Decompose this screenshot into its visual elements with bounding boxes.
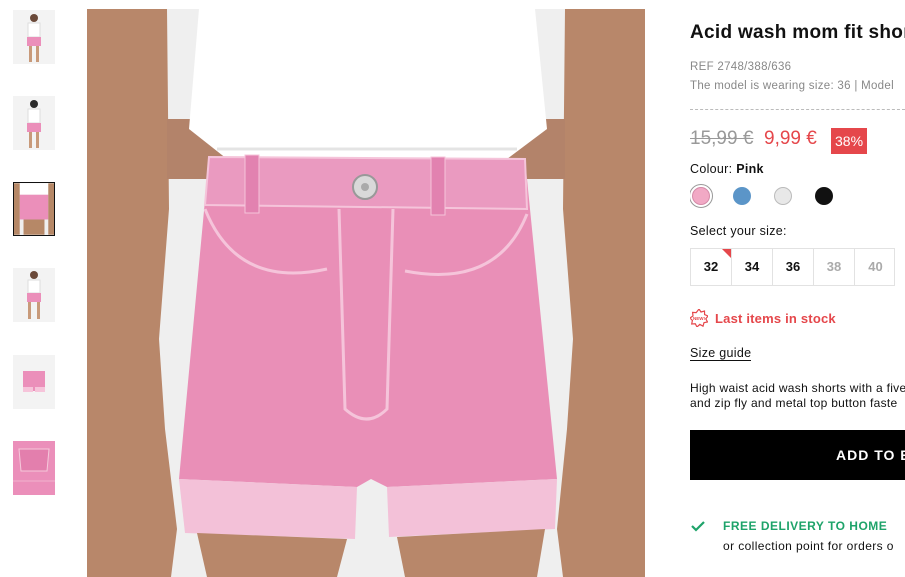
size-value: 34 xyxy=(744,259,760,274)
size-value: 40 xyxy=(868,259,883,274)
product-info-panel: Acid wash mom fit short REF 2748/388/636… xyxy=(690,0,905,577)
size-option-38[interactable]: 38 xyxy=(814,249,855,285)
low-stock-marker xyxy=(722,249,731,258)
main-product-image[interactable] xyxy=(87,9,645,577)
size-selector: 32 34 36 38 40 xyxy=(690,248,895,286)
discount-badge: 38% xyxy=(831,128,868,154)
free-delivery-title: FREE DELIVERY TO HOME xyxy=(723,519,888,533)
size-option-32[interactable]: 32 xyxy=(691,249,732,285)
add-to-bag-button[interactable]: ADD TO BA xyxy=(690,430,905,480)
new-badge-text: NEW! xyxy=(693,316,705,321)
product-ref: REF 2748/388/636 xyxy=(690,61,792,73)
thumbnail-3-selected[interactable] xyxy=(13,182,55,236)
stock-warning: Last items in stock xyxy=(715,311,836,326)
swatch-black[interactable] xyxy=(815,187,833,205)
thumbnail-1[interactable] xyxy=(13,10,55,64)
description-line-1: High waist acid wash shorts with a five xyxy=(690,381,905,395)
size-option-36[interactable]: 36 xyxy=(773,249,814,285)
description-line-2: and zip fly and metal top button faste xyxy=(690,396,898,410)
check-icon xyxy=(691,521,705,532)
model-size-info: The model is wearing size: 36 | Model xyxy=(690,80,894,92)
swatch-white[interactable] xyxy=(774,187,792,205)
colour-label-text: Colour: xyxy=(690,162,733,176)
thumbnail-2[interactable] xyxy=(13,96,55,150)
size-option-40[interactable]: 40 xyxy=(855,249,896,285)
size-value: 36 xyxy=(785,259,801,274)
selected-colour: Pink xyxy=(736,162,764,176)
product-title: Acid wash mom fit short xyxy=(690,22,905,43)
product-description: High waist acid wash shorts with a five … xyxy=(690,381,905,411)
size-value: 32 xyxy=(703,259,719,274)
thumbnail-4[interactable] xyxy=(13,268,55,322)
free-delivery-subtitle: or collection point for orders o xyxy=(723,539,894,553)
thumbnail-6[interactable] xyxy=(13,441,55,495)
thumbnail-5[interactable] xyxy=(13,355,55,409)
size-label: Select your size: xyxy=(690,224,787,238)
divider xyxy=(690,109,905,110)
colour-label: Colour: Pink xyxy=(690,162,764,176)
size-option-34[interactable]: 34 xyxy=(732,249,773,285)
new-badge-icon: NEW! xyxy=(690,309,708,327)
swatch-pink[interactable] xyxy=(690,184,713,208)
original-price: 15,99 € xyxy=(690,128,754,149)
sale-price: 9,99 € xyxy=(764,128,817,149)
size-value: 38 xyxy=(826,259,842,274)
size-guide-link[interactable]: Size guide xyxy=(690,346,752,361)
swatch-blue[interactable] xyxy=(733,187,751,205)
